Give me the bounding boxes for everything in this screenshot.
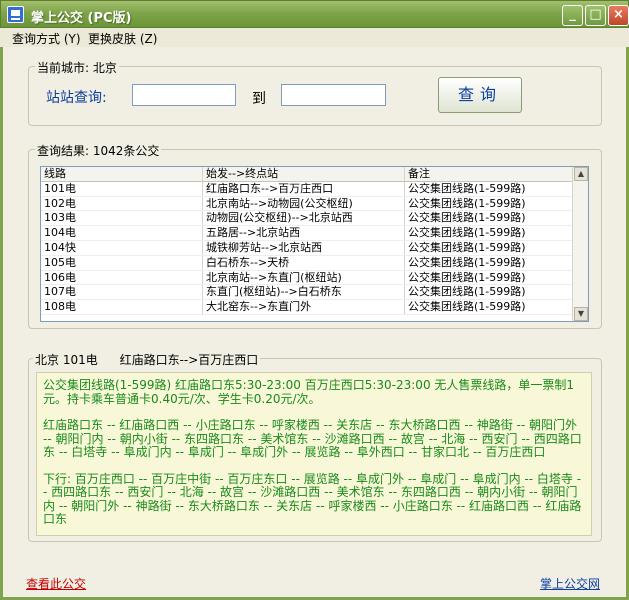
notes-cell: 公交集团线路(1-599路) (405, 285, 573, 300)
route-down-stops: 下行: 百万庄西口 -- 百万庄中街 -- 百万庄东口 -- 展览路 -- 阜成… (43, 471, 582, 526)
route-cell: 106电 (41, 270, 203, 285)
table-header: 线路 始发-->终点站 备注 (41, 167, 588, 182)
notes-cell: 公交集团线路(1-599路) (405, 255, 573, 270)
route-up-stops: 红庙路口东 -- 红庙路口西 -- 小庄路口东 -- 呼家楼西 -- 关东店 -… (43, 418, 582, 459)
terminals-cell: 大北窑东-->东直门外 (203, 300, 405, 314)
menu-query-mode[interactable]: 查询方式 (Y) (12, 30, 81, 47)
website-link[interactable]: 掌上公交网 (540, 575, 600, 592)
close-button[interactable]: × (608, 5, 629, 26)
notes-cell: 公交集团线路(1-599路) (405, 270, 573, 285)
route-cell: 104快 (41, 240, 203, 255)
menu-change-skin[interactable]: 更换皮肤 (Z) (88, 30, 157, 47)
to-station-input[interactable] (281, 84, 386, 106)
current-city-label: 当前城市: 北京 (35, 59, 119, 76)
title-bar[interactable]: 掌上公交 (PC版) _ □ × (0, 0, 629, 28)
detail-header: 北京 101电 红庙路口东-->百万庄西口 (33, 351, 261, 368)
terminals-cell: 北京南站-->动物园(公交枢纽) (203, 196, 405, 211)
table-row[interactable]: 101电 红庙路口东-->百万庄西口 公交集团线路(1-599路) (41, 181, 588, 197)
column-header-route[interactable]: 线路 (41, 167, 203, 181)
terminals-cell: 城铁柳芳站-->北京站西 (203, 240, 405, 255)
table-row[interactable]: 105电 白石桥东-->天桥 公交集团线路(1-599路) (41, 255, 588, 271)
results-count-label: 查询结果: 1042条公交 (35, 142, 162, 159)
route-info: 公交集团线路(1-599路) 红庙路口东5:30-23:00 百万庄西口5:30… (43, 378, 575, 406)
terminals-cell: 红庙路口东-->百万庄西口 (203, 181, 405, 196)
table-row[interactable]: 104快 城铁柳芳站-->北京站西 公交集团线路(1-599路) (41, 240, 588, 256)
table-row[interactable]: 107电 东直门(枢纽站)-->白石桥东 公交集团线路(1-599路) (41, 285, 588, 301)
route-cell: 102电 (41, 196, 203, 211)
minimize-button[interactable]: _ (562, 5, 583, 26)
terminals-cell: 五路居-->北京站西 (203, 226, 405, 240)
route-detail-text: 公交集团线路(1-599路) 红庙路口东5:30-23:00 百万庄西口5:30… (36, 372, 592, 536)
bus-app-icon (7, 6, 24, 23)
notes-cell: 公交集团线路(1-599路) (405, 226, 573, 240)
terminals-cell: 白石桥东-->天桥 (203, 255, 405, 270)
results-scrollbar[interactable]: ▲ ▼ (572, 167, 588, 321)
to-label: 到 (252, 91, 266, 107)
route-cell: 108电 (41, 300, 203, 314)
route-cell: 103电 (41, 211, 203, 226)
route-cell: 104电 (41, 226, 203, 240)
route-cell: 107电 (41, 285, 203, 300)
station-query-label: 站站查询: (46, 90, 107, 106)
table-row[interactable]: 104电 五路居-->北京站西 公交集团线路(1-599路) (41, 226, 588, 241)
column-header-notes[interactable]: 备注 (405, 167, 573, 181)
table-row[interactable]: 106电 北京南站-->东直门(枢纽站) 公交集团线路(1-599路) (41, 270, 588, 286)
route-cell: 101电 (41, 181, 203, 196)
route-cell: 105电 (41, 255, 203, 270)
notes-cell: 公交集团线路(1-599路) (405, 211, 573, 226)
terminals-cell: 北京南站-->东直门(枢纽站) (203, 270, 405, 285)
notes-cell: 公交集团线路(1-599路) (405, 181, 573, 196)
results-table: 线路 始发-->终点站 备注 101电 红庙路口东-->百万庄西口 公交集团线路… (40, 166, 589, 322)
scroll-down-icon[interactable]: ▼ (574, 307, 588, 321)
view-bus-link[interactable]: 查看此公交 (26, 575, 86, 592)
notes-cell: 公交集团线路(1-599路) (405, 240, 573, 255)
notes-cell: 公交集团线路(1-599路) (405, 300, 573, 314)
maximize-button[interactable]: □ (585, 5, 606, 26)
column-header-terminals[interactable]: 始发-->终点站 (203, 167, 405, 181)
detail-terminals: 红庙路口东-->百万庄西口 (119, 353, 259, 367)
table-row[interactable]: 102电 北京南站-->动物园(公交枢纽) 公交集团线路(1-599路) (41, 196, 588, 212)
window-title: 掌上公交 (PC版) (31, 11, 132, 26)
query-button[interactable]: 查询 (438, 77, 522, 113)
detail-city-route: 北京 101电 (35, 353, 98, 367)
from-station-input[interactable] (132, 84, 236, 106)
terminals-cell: 东直门(枢纽站)-->白石桥东 (203, 285, 405, 300)
menu-bar: 查询方式 (Y) 更换皮肤 (Z) (0, 28, 629, 47)
table-row[interactable]: 108电 大北窑东-->东直门外 公交集团线路(1-599路) (41, 300, 588, 315)
scroll-up-icon[interactable]: ▲ (574, 167, 588, 181)
table-row[interactable]: 103电 动物园(公交枢纽)-->北京站西 公交集团线路(1-599路) (41, 211, 588, 227)
notes-cell: 公交集团线路(1-599路) (405, 196, 573, 211)
terminals-cell: 动物园(公交枢纽)-->北京站西 (203, 211, 405, 226)
